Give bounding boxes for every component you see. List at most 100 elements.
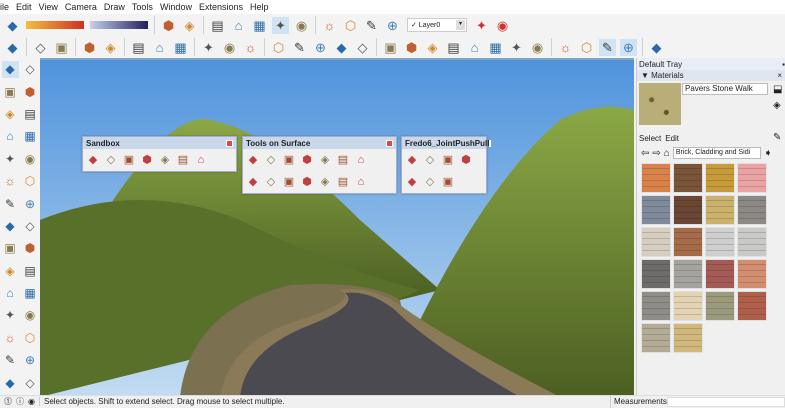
materials-header[interactable]: ▼ Materials × (637, 70, 785, 81)
menu-edit[interactable]: Edit (16, 2, 32, 12)
teapot-icon[interactable]: ◇ (32, 39, 49, 56)
close-icon[interactable] (386, 139, 393, 147)
window-icon[interactable]: ▤ (130, 39, 147, 56)
zoom-icon[interactable]: ◆ (2, 374, 19, 391)
tos-paint-icon[interactable]: ▤ (335, 174, 351, 190)
menu-help[interactable]: Help (250, 2, 269, 12)
arc-icon[interactable]: ☼ (2, 173, 19, 190)
menu-draw[interactable]: Draw (104, 2, 125, 12)
tos-arc-icon[interactable]: ⌂ (353, 152, 369, 168)
material-swatch[interactable] (737, 227, 767, 257)
teapot-hand-icon[interactable]: ▣ (53, 39, 70, 56)
model-info-icon[interactable]: ✦ (200, 39, 217, 56)
shaded-icon[interactable]: ▦ (251, 17, 268, 34)
stamp-icon[interactable]: ⬢ (139, 152, 155, 168)
material-swatch[interactable] (641, 163, 671, 193)
eraser-2-icon[interactable]: ⬢ (22, 83, 39, 100)
tos-circle-icon[interactable]: ⬢ (299, 152, 315, 168)
user-icon[interactable]: ◉ (28, 397, 35, 406)
shadows-icon[interactable]: ✦ (473, 17, 490, 34)
material-swatch[interactable] (737, 291, 767, 321)
tos-erase-icon[interactable]: ◆ (245, 152, 261, 168)
xray-icon[interactable]: ⬢ (160, 17, 177, 34)
menu-ile[interactable]: ile (0, 2, 9, 12)
tape-icon[interactable]: ⌂ (2, 285, 19, 302)
section-cube-icon[interactable]: ⬡ (578, 39, 595, 56)
material-swatch[interactable] (673, 227, 703, 257)
umbrella-icon[interactable]: ▤ (445, 39, 462, 56)
measurements-input[interactable] (667, 397, 785, 407)
tos-offset-icon[interactable]: ◆ (245, 174, 261, 190)
shadow-month-slider[interactable] (26, 21, 84, 29)
zoom-extents-icon[interactable]: ◇ (22, 374, 39, 391)
follow-pp-icon[interactable]: ◇ (422, 174, 438, 190)
push-pull-icon[interactable]: ◆ (2, 217, 19, 234)
paint-icon[interactable]: ☼ (242, 39, 259, 56)
back-icon[interactable]: ⇦ (641, 148, 649, 159)
menu-tools[interactable]: Tools (132, 2, 153, 12)
material-swatch[interactable] (737, 163, 767, 193)
face-pp-icon[interactable]: ▣ (440, 174, 456, 190)
text-icon[interactable]: ◉ (22, 307, 39, 324)
pie-icon[interactable]: ✎ (2, 195, 19, 212)
material-swatch[interactable] (673, 291, 703, 321)
close-icon[interactable] (489, 139, 492, 147)
funnel-icon[interactable]: ▣ (382, 39, 399, 56)
tos-line-icon[interactable]: ◇ (263, 152, 279, 168)
normal-pp-icon[interactable]: ▣ (440, 152, 456, 168)
smoove-icon[interactable]: ▣ (121, 152, 137, 168)
material-swatch[interactable] (737, 259, 767, 289)
menu-extensions[interactable]: Extensions (199, 2, 243, 12)
box-explode-icon[interactable]: ⊕ (312, 39, 329, 56)
tos-freehand-icon[interactable]: ◇ (263, 174, 279, 190)
material-swatch[interactable] (705, 227, 735, 257)
sample-paint-icon[interactable]: ◈ (773, 100, 781, 111)
arc-3-icon[interactable]: ⊕ (22, 195, 39, 212)
arc-2-icon[interactable]: ⬡ (22, 173, 39, 190)
scale-icon[interactable]: ▤ (22, 262, 39, 279)
material-swatch[interactable] (705, 291, 735, 321)
library-dropdown[interactable]: Brick, Cladding and Sidi (672, 147, 761, 159)
section-cube-3-icon[interactable]: ⊕ (620, 38, 637, 56)
extrude-pp-icon[interactable]: ◆ (404, 174, 420, 190)
wireframe-icon[interactable]: ▤ (209, 17, 226, 34)
sun-icon[interactable]: ⌂ (466, 39, 483, 56)
polygon-icon[interactable]: ◉ (22, 150, 39, 167)
image-icon[interactable]: ◈ (102, 39, 119, 56)
menu-window[interactable]: Window (160, 2, 192, 12)
paint-bucket-icon[interactable]: ▣ (2, 83, 19, 100)
iso-view-icon[interactable]: ☼ (321, 17, 338, 34)
material-swatch[interactable] (737, 195, 767, 225)
joint-pp-icon[interactable]: ◆ (404, 152, 420, 168)
drape-icon[interactable]: ◈ (157, 152, 173, 168)
dome-icon[interactable]: ▦ (487, 39, 504, 56)
tos-generate-icon[interactable]: ⌂ (353, 174, 369, 190)
front-view-icon[interactable]: ✎ (363, 17, 380, 34)
chevron-down-icon[interactable]: ▾ (456, 20, 465, 30)
scene[interactable] (40, 60, 634, 395)
offset-icon[interactable]: ◇ (22, 217, 39, 234)
dimension-icon[interactable]: ▦ (22, 285, 39, 302)
tos-rect-icon[interactable]: ▣ (281, 152, 297, 168)
grass-icon[interactable]: ◆ (333, 39, 350, 56)
from-contours-icon[interactable]: ◆ (85, 152, 101, 168)
tos-select-icon[interactable]: ◈ (317, 174, 333, 190)
material-swatch[interactable] (641, 195, 671, 225)
pan-icon[interactable]: ⊕ (22, 352, 39, 369)
material-swatch[interactable] (673, 163, 703, 193)
light-icon[interactable]: ◉ (529, 39, 546, 56)
monochrome-icon[interactable]: ◉ (293, 17, 310, 34)
move-icon[interactable]: ▣ (2, 240, 19, 257)
close-icon[interactable]: × (777, 71, 782, 80)
material-swatch[interactable] (705, 259, 735, 289)
section-icon[interactable]: ◉ (494, 17, 511, 34)
lock-icon[interactable]: ▦ (172, 39, 189, 56)
home-icon[interactable]: ⌂ (664, 148, 670, 159)
create-material-icon[interactable]: ⬓ (773, 84, 782, 95)
section-cube-2-icon[interactable]: ✎ (599, 38, 616, 56)
rectangle-icon[interactable]: ⌂ (2, 128, 19, 145)
close-icon[interactable] (226, 139, 233, 147)
follow-me-icon[interactable]: ◈ (2, 262, 19, 279)
styles-icon[interactable]: ◆ (4, 17, 21, 34)
right-view-icon[interactable]: ⊕ (384, 17, 401, 34)
